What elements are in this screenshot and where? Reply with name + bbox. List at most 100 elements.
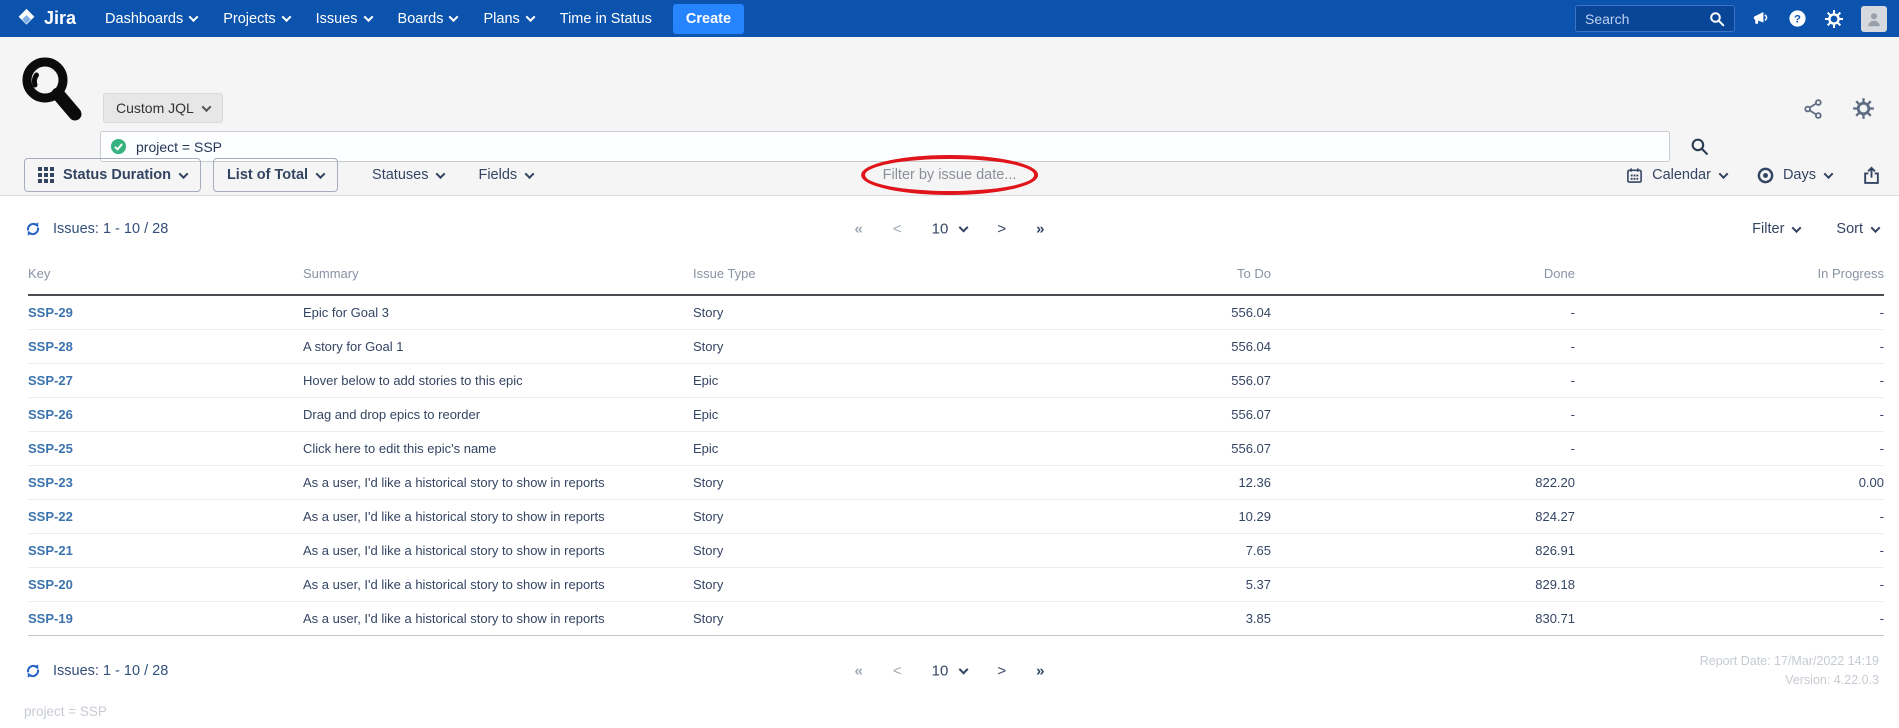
issues-table: Key Summary Issue Type To Do Done In Pro…	[28, 254, 1884, 636]
last-page-button[interactable]: »	[1036, 663, 1044, 680]
issues-count-bottom: Issues: 1 - 10 / 28	[24, 662, 168, 680]
query-actions	[1802, 97, 1875, 120]
table-row: SSP-27 Hover below to add stories to thi…	[28, 364, 1884, 398]
nav-item-issues[interactable]: Issues	[303, 0, 385, 37]
nav-item-plans[interactable]: Plans	[470, 0, 546, 37]
filter-dropdown[interactable]: Filter	[1752, 221, 1800, 237]
chevron-down-icon	[281, 12, 291, 22]
jql-echo: project = SSP	[24, 704, 1899, 719]
statuses-dropdown[interactable]: Statuses	[372, 167, 444, 183]
nav-item-dashboards[interactable]: Dashboards	[92, 0, 210, 37]
user-avatar[interactable]	[1861, 6, 1887, 32]
query-section: Custom JQL	[0, 37, 1899, 196]
issue-key-link[interactable]: SSP-27	[28, 373, 73, 388]
gear-icon[interactable]	[1824, 9, 1844, 29]
jql-input[interactable]	[136, 139, 1660, 155]
eye-target-icon	[1757, 167, 1774, 184]
report-meta: Report Date: 17/Mar/2022 14:19 Version: …	[1700, 652, 1879, 690]
next-page-button[interactable]: >	[997, 663, 1006, 680]
table-row: SSP-20 As a user, I'd like a historical …	[28, 568, 1884, 602]
report-date: Report Date: 17/Mar/2022 14:19	[1700, 652, 1879, 671]
prev-page-button[interactable]: <	[893, 221, 902, 238]
table-row: SSP-19 As a user, I'd like a historical …	[28, 602, 1884, 636]
svg-text:?: ?	[1794, 14, 1801, 26]
settings-gear-icon[interactable]	[1852, 97, 1875, 120]
list-bar-bottom: Issues: 1 - 10 / 28 « < 10 > » Report Da…	[0, 650, 1899, 692]
chevron-down-icon	[959, 223, 969, 233]
navbar-right: ?	[1575, 5, 1887, 32]
sort-dropdown[interactable]: Sort	[1836, 221, 1879, 237]
report-toolbar: Status Duration List of Total Statuses F…	[0, 155, 1899, 195]
col-header-inprogress: In Progress	[1575, 254, 1884, 295]
nav-item-projects[interactable]: Projects	[210, 0, 302, 37]
jira-brand[interactable]: Jira	[16, 8, 76, 29]
page-size-dropdown[interactable]: 10	[932, 663, 968, 680]
create-button[interactable]: Create	[673, 4, 744, 34]
chevron-down-icon	[449, 12, 459, 22]
first-page-button[interactable]: «	[855, 663, 863, 680]
last-page-button[interactable]: »	[1036, 221, 1044, 238]
chevron-down-icon	[436, 169, 446, 179]
megaphone-icon[interactable]	[1752, 9, 1771, 28]
toolbar-right: Calendar Days	[1626, 166, 1881, 185]
nav-item-boards[interactable]: Boards	[385, 0, 471, 37]
refresh-icon[interactable]	[24, 220, 42, 238]
jql-valid-check-icon	[110, 138, 127, 155]
chevron-down-icon	[1719, 169, 1729, 179]
chevron-down-icon	[179, 169, 189, 179]
col-header-todo: To Do	[978, 254, 1271, 295]
col-header-done: Done	[1271, 254, 1575, 295]
table-row: SSP-23 As a user, I'd like a historical …	[28, 466, 1884, 500]
nav-item-time-in-status[interactable]: Time in Status	[547, 0, 665, 37]
pagination-bottom: « < 10 > »	[855, 663, 1045, 680]
chevron-down-icon	[525, 12, 535, 22]
export-icon[interactable]	[1862, 166, 1881, 185]
table-row: SSP-28 A story for Goal 1 Story 556.04 -…	[28, 330, 1884, 364]
chevron-down-icon	[1871, 223, 1881, 233]
pagination-top: « < 10 > »	[855, 221, 1045, 238]
chevron-down-icon	[525, 169, 535, 179]
chevron-down-icon	[189, 12, 199, 22]
jql-search-icon[interactable]	[1690, 137, 1709, 156]
brand-label: Jira	[44, 8, 76, 29]
issue-key-link[interactable]: SSP-23	[28, 475, 73, 490]
table-row: SSP-25 Click here to edit this epic's na…	[28, 432, 1884, 466]
issue-date-filter[interactable]: Filter by issue date...	[883, 167, 1017, 183]
help-icon[interactable]: ?	[1788, 9, 1807, 28]
status-duration-dropdown[interactable]: Status Duration	[24, 158, 201, 192]
chevron-down-icon	[1792, 223, 1802, 233]
grid-icon	[38, 167, 54, 183]
calendar-dropdown[interactable]: Calendar	[1626, 167, 1727, 184]
refresh-icon[interactable]	[24, 662, 42, 680]
filter-sort-controls: Filter Sort	[1752, 221, 1879, 237]
next-page-button[interactable]: >	[997, 221, 1006, 238]
list-of-total-dropdown[interactable]: List of Total	[213, 158, 338, 192]
issue-key-link[interactable]: SSP-19	[28, 611, 73, 626]
prev-page-button[interactable]: <	[893, 663, 902, 680]
issue-key-link[interactable]: SSP-25	[28, 441, 73, 456]
chevron-down-icon	[363, 12, 373, 22]
table-header-row: Key Summary Issue Type To Do Done In Pro…	[28, 254, 1884, 295]
issue-key-link[interactable]: SSP-26	[28, 407, 73, 422]
chevron-down-icon	[201, 102, 211, 112]
issue-key-link[interactable]: SSP-22	[28, 509, 73, 524]
fields-dropdown[interactable]: Fields	[478, 167, 533, 183]
issue-key-link[interactable]: SSP-29	[28, 305, 73, 320]
search-icon	[1709, 11, 1725, 27]
col-header-issue-type: Issue Type	[693, 254, 978, 295]
list-bar-top: Issues: 1 - 10 / 28 « < 10 > » Filter So…	[0, 208, 1899, 250]
days-units-dropdown[interactable]: Days	[1757, 167, 1832, 184]
table-row: SSP-29 Epic for Goal 3 Story 556.04 - -	[28, 295, 1884, 330]
issues-count-top: Issues: 1 - 10 / 28	[24, 220, 168, 238]
nav-search-input[interactable]	[1585, 11, 1709, 27]
issue-key-link[interactable]: SSP-28	[28, 339, 73, 354]
share-icon[interactable]	[1802, 98, 1824, 120]
issue-key-link[interactable]: SSP-20	[28, 577, 73, 592]
custom-jql-dropdown[interactable]: Custom JQL	[103, 93, 223, 123]
page-size-dropdown[interactable]: 10	[932, 221, 968, 238]
col-header-key: Key	[28, 254, 303, 295]
issue-key-link[interactable]: SSP-21	[28, 543, 73, 558]
nav-search-box[interactable]	[1575, 5, 1735, 32]
table-row: SSP-22 As a user, I'd like a historical …	[28, 500, 1884, 534]
first-page-button[interactable]: «	[855, 221, 863, 238]
